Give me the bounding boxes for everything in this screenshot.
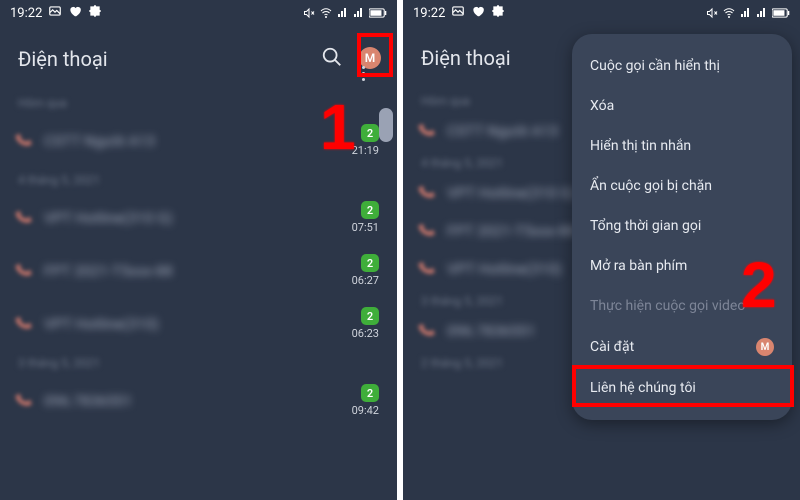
menu-item[interactable]: Ẩn cuộc gọi bị chặn	[572, 166, 792, 206]
menu-item[interactable]: Xóa	[572, 86, 792, 126]
sim-badge: 2	[361, 254, 379, 272]
status-time: 19:22	[413, 6, 445, 21]
call-time: 07:51	[352, 221, 379, 234]
sim-badge: 2	[361, 307, 379, 325]
more-menu-icon[interactable]	[355, 66, 371, 81]
menu-item: Thực hiện cuộc gọi video	[572, 286, 792, 326]
menu-item[interactable]: Cài đặt M	[572, 326, 792, 368]
status-bar: 19:22	[403, 0, 800, 26]
heart-icon	[68, 4, 82, 22]
gallery-icon	[451, 4, 465, 22]
menu-item-label: Liên hệ chúng tôi	[590, 380, 696, 396]
contact-name: FPT 2021-T5xxx-88	[44, 262, 173, 280]
menu-item-label: Cài đặt	[590, 339, 634, 355]
contact-name: CSTT Người A13	[447, 122, 558, 140]
menu-item[interactable]: Hiển thị tin nhắn	[572, 126, 792, 166]
call-time: 09:42	[352, 404, 379, 417]
contact-name: FPT 2021-T5xxx-88	[447, 222, 576, 240]
call-time: 06:27	[352, 274, 379, 287]
menu-item-label: Tổng thời gian gọi	[590, 218, 701, 234]
phone-screen-right: 19:22 Điện thoại Hôm quaCSTT Người A1324…	[403, 0, 800, 500]
call-log-list: Hôm qua CSTT Người A13 2 21:19 4 tháng 5, 20…	[0, 90, 397, 427]
contact-name: VPT Hotline(310 G)	[44, 209, 173, 227]
menu-item-label: Xóa	[590, 98, 614, 114]
status-time: 19:22	[10, 6, 42, 21]
avatar: M	[756, 338, 774, 356]
call-log-row[interactable]: VPT Hotline(310 G) 2 07:51	[0, 191, 397, 244]
call-log-row[interactable]: FPT 2021-T5xxx-88 2 06:27	[0, 244, 397, 297]
menu-item-label: Thực hiện cuộc gọi video	[590, 298, 745, 314]
signal-icon	[756, 7, 768, 19]
page-title: Điện thoại	[421, 46, 511, 70]
contact-name: VPT Hotline(310)	[44, 315, 159, 333]
sim-badge: 2	[361, 201, 379, 219]
heart-icon	[471, 4, 485, 22]
mute-icon	[303, 7, 315, 19]
call-log-row[interactable]: CSTT Người A13 2 21:19	[0, 114, 397, 167]
menu-item[interactable]: Cuộc gọi cần hiển thị	[572, 46, 792, 86]
search-icon[interactable]	[321, 46, 343, 72]
contact-name: VPT Hotline(310)	[447, 260, 562, 278]
menu-item[interactable]: Mở ra bàn phím	[572, 246, 792, 286]
puzzle-icon	[491, 4, 505, 22]
contact-name: CSTT Người A13	[44, 132, 155, 150]
signal-icon	[337, 7, 349, 19]
call-time: 06:23	[352, 327, 379, 340]
wifi-icon	[722, 7, 736, 19]
mute-icon	[706, 7, 718, 19]
phone-screen-left: 19:22 Điện thoại	[0, 0, 397, 500]
sim-badge: 2	[361, 124, 379, 142]
menu-item-label: Mở ra bàn phím	[590, 258, 687, 274]
app-header: Điện thoại M	[0, 26, 397, 90]
contact-name: 096.7836551	[447, 322, 535, 340]
puzzle-icon	[88, 4, 102, 22]
contact-name: VPT Hotline(310 G)	[447, 184, 576, 202]
menu-item-label: Ẩn cuộc gọi bị chặn	[590, 178, 712, 194]
gallery-icon	[48, 4, 62, 22]
call-log-row[interactable]: VPT Hotline(310) 2 06:23	[0, 297, 397, 350]
contact-name: 096.7836551	[44, 392, 132, 410]
page-title: Điện thoại	[18, 47, 108, 71]
date-section-label: 3 tháng 5, 2021	[0, 350, 397, 374]
date-section-label: Hôm qua	[0, 90, 397, 114]
menu-item[interactable]: Tổng thời gian gọi	[572, 206, 792, 246]
battery-icon	[369, 7, 387, 19]
sim-badge: 2	[361, 384, 379, 402]
date-section-label: 4 tháng 5, 2021	[0, 167, 397, 191]
call-log-row[interactable]: 096.7836551 2 09:42	[0, 374, 397, 427]
menu-item-label: Cuộc gọi cần hiển thị	[590, 58, 720, 74]
wifi-icon	[319, 7, 333, 19]
menu-item-label: Hiển thị tin nhắn	[590, 138, 691, 154]
battery-icon	[772, 7, 790, 19]
call-time: 21:19	[352, 144, 379, 157]
signal-icon	[353, 7, 365, 19]
overflow-menu: Cuộc gọi cần hiển thị Xóa Hiển thị tin nhắ…	[572, 34, 792, 420]
status-bar: 19:22	[0, 0, 397, 26]
menu-item[interactable]: Liên hệ chúng tôi	[572, 368, 792, 408]
signal-icon	[740, 7, 752, 19]
